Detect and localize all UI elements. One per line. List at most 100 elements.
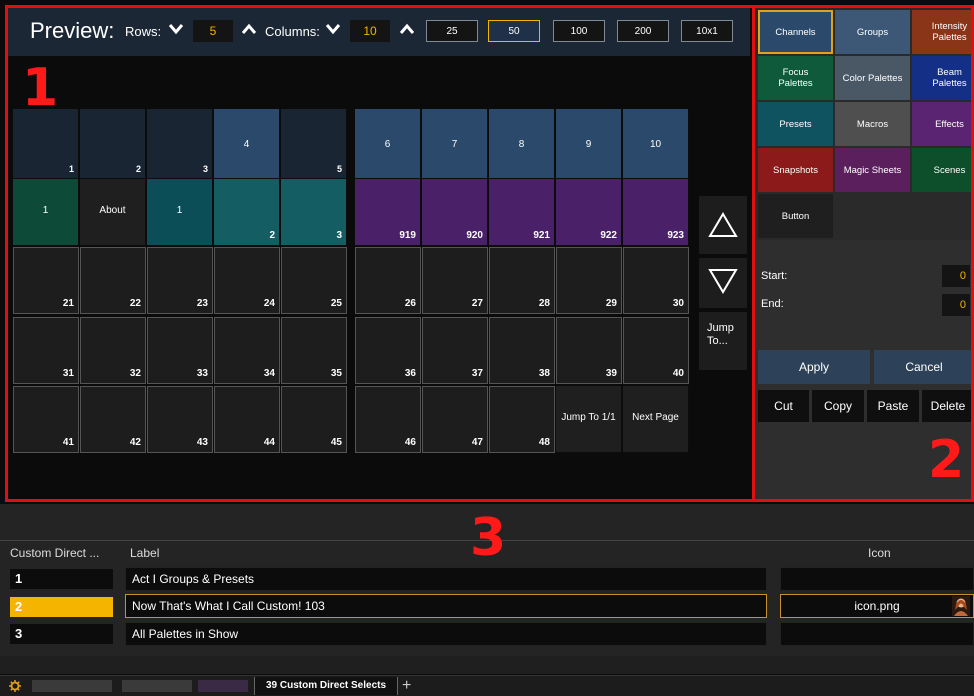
grid-cell-left-3-4[interactable]: 24	[214, 247, 280, 314]
page-size-10x1-button[interactable]: 10x1	[681, 20, 733, 42]
panel-button-groups[interactable]: Groups	[835, 10, 910, 54]
grid-cell-right-4-1[interactable]: 36	[355, 317, 421, 384]
grid-cell-right-5-2[interactable]: 47	[422, 386, 488, 453]
row-index-selected[interactable]: 2	[10, 597, 113, 617]
grid-cell-right-3-2[interactable]: 27	[422, 247, 488, 314]
panel-button-magic-sheets[interactable]: Magic Sheets	[835, 148, 910, 192]
grid-cell-right-2-5[interactable]: 923	[623, 179, 689, 246]
panel-button-intensity-palettes[interactable]: Intensity Palettes	[912, 10, 974, 54]
gear-icon[interactable]	[9, 680, 21, 692]
grid-cell-left-4-4[interactable]: 34	[214, 317, 280, 384]
icon-column-header[interactable]: Icon	[868, 546, 891, 560]
grid-cell-left-4-1[interactable]: 31	[13, 317, 79, 384]
grid-cell-left-5-1[interactable]: 41	[13, 386, 79, 453]
page-size-200-button[interactable]: 200	[617, 20, 669, 42]
grid-cell-left-3-5[interactable]: 25	[281, 247, 347, 314]
grid-cell-left-4-5[interactable]: 35	[281, 317, 347, 384]
grid-cell-right-2-2[interactable]: 920	[422, 179, 488, 246]
grid-cell-right-2-4[interactable]: 922	[556, 179, 622, 246]
tab-blurred-3[interactable]	[198, 680, 248, 692]
grid-cell-right-4-2[interactable]: 37	[422, 317, 488, 384]
grid-cell-left-1-2[interactable]: 2	[80, 109, 146, 179]
grid-cell-right-1-2[interactable]: 7	[422, 109, 488, 179]
row-label-field-selected[interactable]: Now That's What I Call Custom! 103	[125, 594, 767, 618]
copy-button[interactable]: Copy	[812, 390, 864, 422]
panel-button-effects[interactable]: Effects	[912, 102, 974, 146]
grid-cell-right-1-4[interactable]: 9	[556, 109, 622, 179]
label-column-header[interactable]: Label	[130, 546, 159, 560]
panel-button-channels[interactable]: Channels	[758, 10, 833, 54]
grid-cell-left-5-4[interactable]: 44	[214, 386, 280, 453]
grid-cell-left-5-2[interactable]: 42	[80, 386, 146, 453]
row-icon-field[interactable]	[780, 567, 974, 591]
page-size-50-button[interactable]: 50	[488, 20, 540, 42]
grid-cell-left-3-1[interactable]: 21	[13, 247, 79, 314]
panel-button-focus-palettes[interactable]: Focus Palettes	[758, 56, 833, 100]
end-input[interactable]: 0	[942, 294, 970, 316]
row-index[interactable]: 3	[10, 624, 113, 644]
panel-button-presets[interactable]: Presets	[758, 102, 833, 146]
delete-button[interactable]: Delete	[922, 390, 974, 422]
tab-custom-direct-selects[interactable]: 39 Custom Direct Selects	[254, 677, 398, 695]
paste-button[interactable]: Paste	[867, 390, 919, 422]
panel-button-macros[interactable]: Macros	[835, 102, 910, 146]
grid-cell-right-1-3[interactable]: 8	[489, 109, 555, 179]
grid-cell-right-5-3[interactable]: 48	[489, 386, 555, 453]
rows-increase-chevron-up-icon[interactable]	[241, 21, 257, 37]
grid-cell-right-1-1[interactable]: 6	[355, 109, 421, 179]
grid-cell-right-5-5[interactable]: Next Page	[623, 386, 689, 453]
grid-cell-left-1-1[interactable]: 1	[13, 109, 79, 179]
index-column-header[interactable]: Custom Direct ...	[10, 546, 99, 560]
page-up-button[interactable]	[699, 196, 747, 254]
grid-cell-right-2-3[interactable]: 921	[489, 179, 555, 246]
grid-cell-right-3-4[interactable]: 29	[556, 247, 622, 314]
grid-cell-right-5-4[interactable]: Jump To 1/1	[556, 386, 622, 453]
cancel-button[interactable]: Cancel	[874, 350, 974, 384]
cut-button[interactable]: Cut	[758, 390, 809, 422]
grid-cell-right-1-5[interactable]: 10	[623, 109, 689, 179]
tab-blurred-1[interactable]	[32, 680, 112, 692]
grid-cell-right-5-1[interactable]: 46	[355, 386, 421, 453]
grid-cell-right-2-1[interactable]: 919	[355, 179, 421, 246]
apply-button[interactable]: Apply	[758, 350, 870, 384]
row-index[interactable]: 1	[10, 569, 113, 589]
jump-to-button[interactable]: Jump To...	[699, 312, 747, 370]
panel-button-color-palettes[interactable]: Color Palettes	[835, 56, 910, 100]
columns-decrease-chevron-down-icon[interactable]	[325, 21, 341, 37]
grid-cell-left-1-5[interactable]: 5	[281, 109, 347, 179]
row-label-field[interactable]: All Palettes in Show	[125, 622, 767, 646]
grid-cell-right-3-5[interactable]: 30	[623, 247, 689, 314]
rows-decrease-chevron-down-icon[interactable]	[168, 21, 184, 37]
row-label-field[interactable]: Act I Groups & Presets	[125, 567, 767, 591]
page-size-25-button[interactable]: 25	[426, 20, 478, 42]
tab-blurred-2[interactable]	[122, 680, 192, 692]
grid-cell-left-3-2[interactable]: 22	[80, 247, 146, 314]
grid-cell-left-4-2[interactable]: 32	[80, 317, 146, 384]
panel-button-scenes[interactable]: Scenes	[912, 148, 974, 192]
panel-button-beam-palettes[interactable]: Beam Palettes	[912, 56, 974, 100]
grid-cell-left-5-3[interactable]: 43	[147, 386, 213, 453]
grid-cell-left-3-3[interactable]: 23	[147, 247, 213, 314]
grid-cell-left-5-5[interactable]: 45	[281, 386, 347, 453]
add-tab-button[interactable]: +	[402, 677, 411, 695]
start-input[interactable]: 0	[942, 265, 970, 287]
grid-cell-right-3-1[interactable]: 26	[355, 247, 421, 314]
panel-button-snapshots[interactable]: Snapshots	[758, 148, 833, 192]
grid-cell-left-1-4[interactable]: 4	[214, 109, 280, 179]
grid-cell-right-3-3[interactable]: 28	[489, 247, 555, 314]
columns-input[interactable]: 10	[350, 20, 390, 42]
columns-increase-chevron-up-icon[interactable]	[399, 21, 415, 37]
panel-button-button[interactable]: Button	[758, 194, 833, 238]
grid-cell-left-2-4[interactable]: 2	[214, 179, 280, 246]
grid-cell-left-2-2[interactable]: About	[80, 179, 146, 246]
grid-cell-right-4-3[interactable]: 38	[489, 317, 555, 384]
grid-cell-left-1-3[interactable]: 3	[147, 109, 213, 179]
page-down-button[interactable]	[699, 258, 747, 308]
grid-cell-left-2-1[interactable]: 1	[13, 179, 79, 246]
grid-cell-right-4-5[interactable]: 40	[623, 317, 689, 384]
page-size-100-button[interactable]: 100	[553, 20, 605, 42]
row-icon-field-selected[interactable]: icon.png	[780, 594, 974, 618]
grid-cell-left-2-3[interactable]: 1	[147, 179, 213, 246]
grid-cell-right-4-4[interactable]: 39	[556, 317, 622, 384]
grid-cell-left-2-5[interactable]: 3	[281, 179, 347, 246]
